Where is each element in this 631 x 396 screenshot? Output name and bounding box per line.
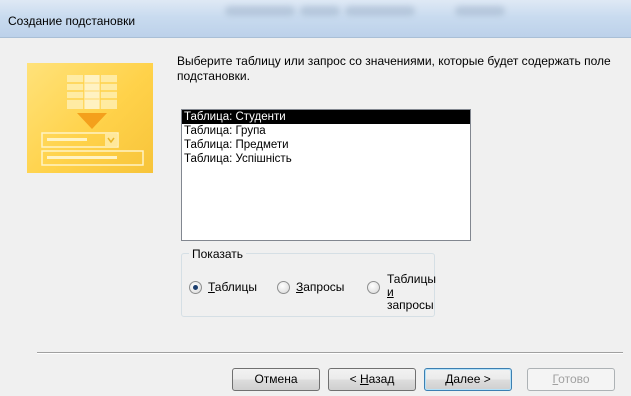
list-item[interactable]: Таблица: Предмети (182, 138, 470, 152)
tables-radio[interactable] (189, 281, 202, 294)
queries-radio[interactable] (277, 281, 290, 294)
table-query-listbox[interactable]: Таблица: Студенти Таблица: Група Таблица… (181, 109, 471, 241)
wizard-illustration (27, 63, 153, 173)
cancel-button[interactable]: Отмена (232, 368, 320, 391)
window-title: Создание подстановки (8, 14, 136, 28)
list-item[interactable]: Таблица: Студенти (182, 110, 470, 124)
list-item[interactable]: Таблица: Успішність (182, 152, 470, 166)
title-bar[interactable]: Создание подстановки (0, 0, 631, 38)
back-button[interactable]: < Назад (328, 368, 416, 391)
title-bar-blur (455, 6, 505, 16)
tables-radio-label[interactable]: Таблицы (208, 281, 257, 294)
tables-and-queries-radio-label[interactable]: Таблицы и запросы (387, 273, 436, 312)
dialog-body: Выберите таблицу или запрос со значениям… (0, 38, 631, 396)
finish-button[interactable]: Готово (527, 368, 615, 391)
footer-separator (37, 352, 623, 354)
title-bar-blur (300, 6, 340, 16)
title-bar-blur (345, 6, 415, 16)
next-button[interactable]: Далее > (424, 368, 512, 391)
list-item[interactable]: Таблица: Група (182, 124, 470, 138)
lookup-wizard-dialog: Создание подстановки Выберите таблицу ил… (0, 0, 631, 396)
show-group-legend: Показать (189, 247, 247, 261)
instruction-text: Выберите таблицу или запрос со значениям… (177, 54, 611, 83)
title-bar-blur (225, 6, 295, 16)
queries-radio-label[interactable]: Запросы (296, 281, 344, 294)
lookup-illustration-icon (41, 75, 144, 166)
tables-and-queries-radio[interactable] (367, 281, 380, 294)
show-group: Показать Таблицы Запросы Таблицы и запрос… (181, 247, 436, 317)
